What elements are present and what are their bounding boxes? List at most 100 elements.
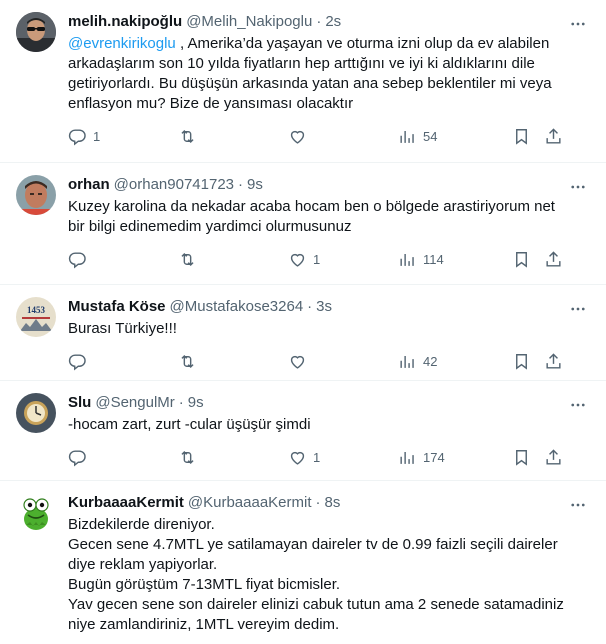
retweet-button[interactable] — [178, 352, 203, 371]
author-name[interactable]: KurbaaaaKermit — [68, 493, 184, 513]
reply-icon — [68, 353, 86, 370]
tweet-body: -hocam zart, zurt -cular üşüşür şimdi — [68, 416, 311, 433]
views-button[interactable]: 54 — [398, 127, 437, 146]
tweet-body: Kuzey karolina da nekadar acaba hocam be… — [68, 198, 555, 235]
like-button[interactable] — [288, 352, 313, 371]
bookmark-button[interactable] — [512, 127, 531, 146]
retweet-button[interactable] — [178, 250, 203, 269]
avatar-person-icon — [16, 12, 56, 52]
share-icon — [546, 448, 561, 465]
retweet-icon — [181, 450, 194, 464]
more-options-button[interactable] — [568, 299, 588, 319]
author-name[interactable]: Mustafa Köse — [68, 297, 166, 317]
tweet-body: Burası Türkiye!!! — [68, 320, 177, 337]
more-options-button[interactable] — [568, 395, 588, 415]
more-options-button[interactable] — [568, 495, 588, 515]
timestamp[interactable]: 3s — [316, 297, 332, 317]
author-handle[interactable]: @Mustafakose3264 — [170, 297, 304, 317]
bookmark-icon — [516, 128, 527, 145]
tweet-line: Yav gecen sene son daireler elinizi cabu… — [68, 596, 564, 633]
avatar[interactable] — [16, 12, 56, 52]
action-bar: 1 54 — [68, 118, 590, 154]
timestamp[interactable]: 8s — [325, 493, 341, 513]
views-chart-icon — [400, 130, 414, 143]
views-button[interactable]: 114 — [398, 250, 444, 269]
retweet-button[interactable] — [178, 448, 203, 467]
tweet[interactable]: 1453 Mustafa Köse @Mustafakose3264 · 3s … — [0, 285, 606, 381]
bookmark-button[interactable] — [512, 448, 531, 467]
view-count: 174 — [423, 449, 445, 465]
share-button[interactable] — [544, 250, 563, 269]
share-icon — [546, 127, 561, 144]
like-button[interactable]: 1 — [288, 448, 320, 467]
action-bar: 1 174 — [68, 439, 590, 475]
author-name[interactable]: melih.nakipoğlu — [68, 12, 182, 32]
more-dots-icon — [571, 403, 585, 407]
separator-dot: · — [307, 298, 313, 315]
reply-icon — [68, 251, 86, 268]
avatar[interactable] — [16, 393, 56, 433]
timestamp[interactable]: 9s — [188, 393, 204, 413]
tweet[interactable]: orhan @orhan90741723 · 9s Kuzey karolina… — [0, 163, 606, 285]
reply-button[interactable] — [68, 250, 93, 269]
tweet[interactable]: melih.nakipoğlu @Melih_Nakipoglu · 2s @e… — [0, 0, 606, 163]
more-options-button[interactable] — [568, 14, 588, 34]
views-button[interactable]: 174 — [398, 448, 445, 467]
views-chart-icon — [400, 355, 414, 368]
retweet-icon — [181, 252, 194, 266]
retweet-icon — [181, 129, 194, 143]
share-icon — [546, 352, 561, 369]
tweet[interactable]: KurbaaaaKermit @KurbaaaaKermit · 8s Bizd… — [0, 481, 606, 644]
separator-dot: · — [316, 13, 322, 30]
author-handle[interactable]: @Melih_Nakipoglu — [186, 12, 312, 32]
heart-icon — [290, 355, 305, 369]
more-dots-icon — [571, 185, 585, 189]
views-button[interactable]: 42 — [398, 352, 437, 371]
more-dots-icon — [571, 22, 585, 26]
reply-feed: melih.nakipoğlu @Melih_Nakipoglu · 2s @e… — [0, 0, 606, 644]
view-count: 42 — [423, 353, 438, 369]
share-button[interactable] — [544, 352, 563, 371]
views-chart-icon — [400, 451, 414, 464]
tweet-line: Bugün görüştüm 7-13MTL fiyat bicmisler. — [68, 576, 341, 593]
more-dots-icon — [571, 307, 585, 311]
more-options-button[interactable] — [568, 177, 588, 197]
kermit-frog-icon — [16, 493, 56, 533]
avatar-person-icon — [16, 175, 56, 215]
reply-button[interactable] — [68, 448, 93, 467]
author-name[interactable]: orhan — [68, 175, 110, 195]
view-count: 54 — [423, 128, 438, 144]
tweet-text: Kuzey karolina da nekadar acaba hocam be… — [68, 197, 590, 237]
separator-dot: · — [315, 494, 321, 511]
separator-dot: · — [238, 176, 244, 193]
share-button[interactable] — [544, 127, 563, 146]
avatar[interactable]: 1453 — [16, 297, 56, 337]
author-name[interactable]: Slu — [68, 393, 91, 413]
svg-text:1453: 1453 — [27, 305, 46, 315]
timestamp[interactable]: 9s — [247, 175, 263, 195]
tweet-line: Gecen sene 4.7MTL ye satilamayan dairele… — [68, 536, 558, 573]
timestamp[interactable]: 2s — [325, 12, 341, 32]
retweet-icon — [181, 354, 194, 368]
avatar[interactable] — [16, 493, 56, 533]
retweet-button[interactable] — [178, 127, 203, 146]
author-handle[interactable]: @SengulMr — [95, 393, 174, 413]
mention-link[interactable]: @evrenkirikoglu — [68, 35, 176, 52]
like-button[interactable] — [288, 127, 313, 146]
avatar[interactable] — [16, 175, 56, 215]
tweet-line: Bizdekilerde direniyor. — [68, 516, 215, 533]
view-count: 114 — [423, 251, 444, 267]
bookmark-button[interactable] — [512, 250, 531, 269]
bookmark-button[interactable] — [512, 352, 531, 371]
separator-dot: · — [178, 394, 184, 411]
share-button[interactable] — [544, 448, 563, 467]
reply-icon — [68, 128, 86, 145]
tweet[interactable]: Slu @SengulMr · 9s -hocam zart, zurt -cu… — [0, 381, 606, 481]
heart-icon — [290, 253, 305, 267]
like-button[interactable]: 1 — [288, 250, 320, 269]
author-handle[interactable]: @KurbaaaaKermit — [188, 493, 312, 513]
author-handle[interactable]: @orhan90741723 — [114, 175, 234, 195]
bookmark-icon — [516, 353, 527, 370]
reply-button[interactable] — [68, 352, 93, 371]
reply-button[interactable]: 1 — [68, 127, 100, 146]
